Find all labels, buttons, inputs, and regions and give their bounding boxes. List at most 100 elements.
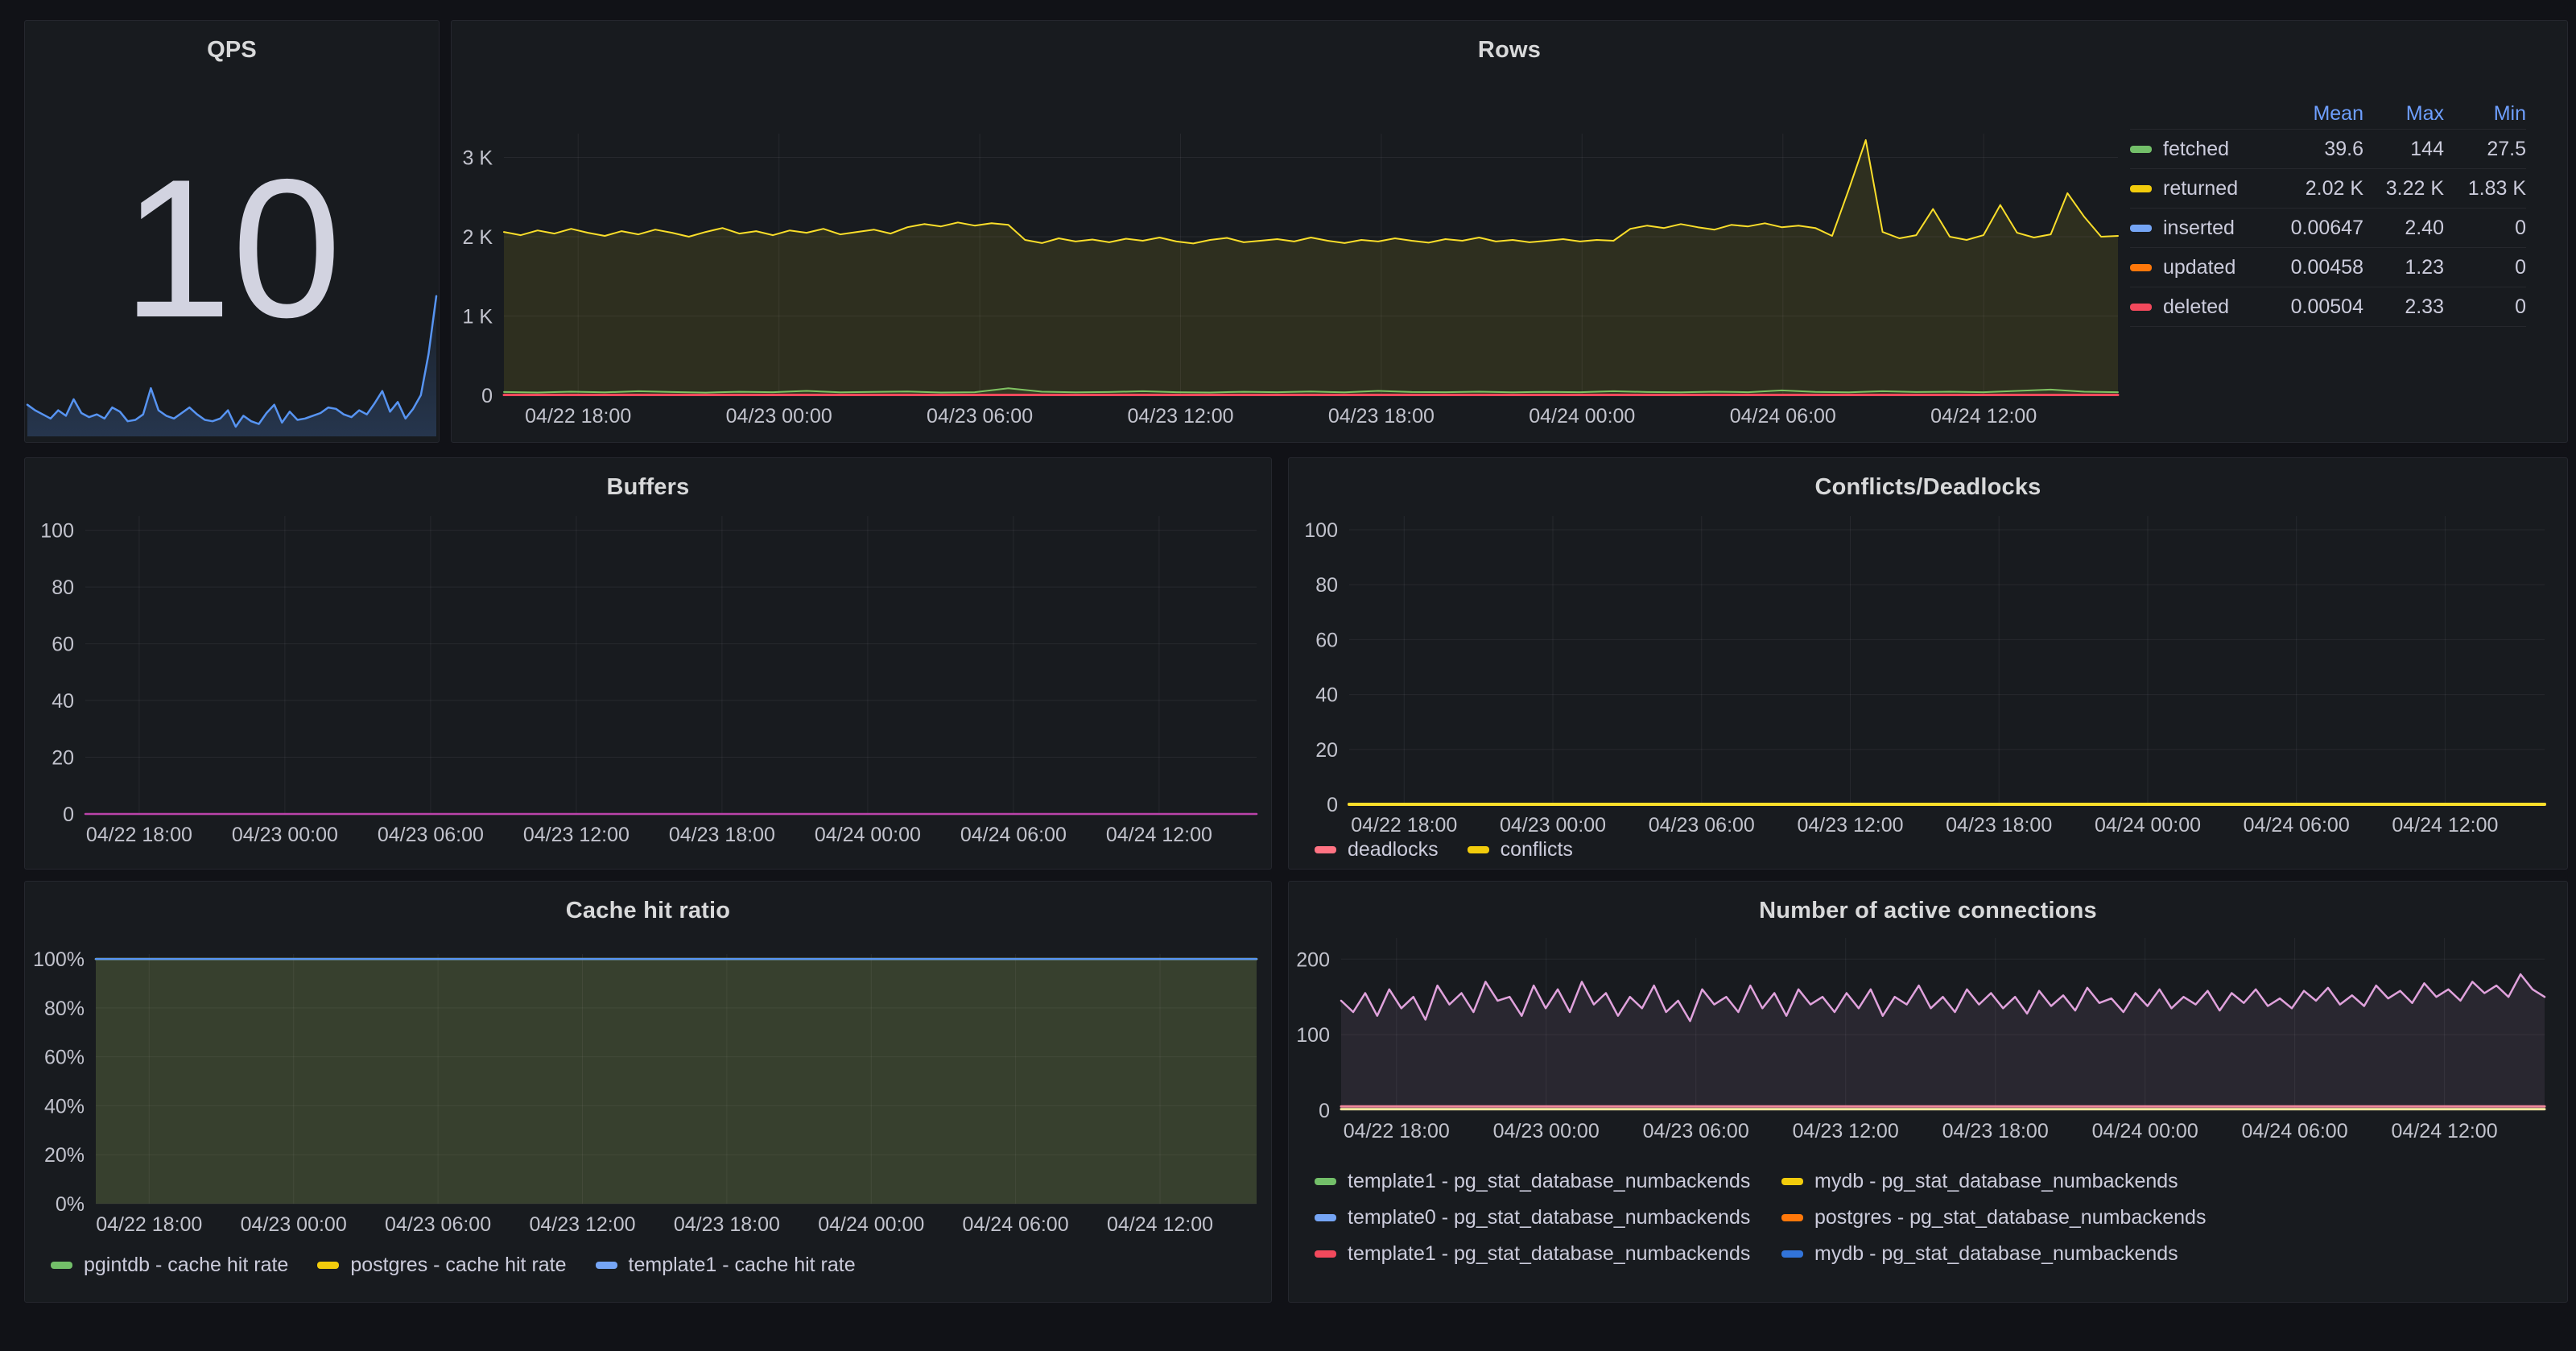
y-axis-label: 1 K: [462, 306, 493, 328]
legend-label: template1 - cache hit rate: [629, 1254, 856, 1277]
x-axis-label: 04/23 06:00: [927, 405, 1033, 428]
legend-swatch-icon: [2130, 225, 2152, 232]
x-axis-label: 04/24 06:00: [1730, 405, 1836, 428]
x-axis-label: 04/23 06:00: [385, 1213, 491, 1236]
x-axis-label: 04/23 00:00: [726, 405, 832, 428]
y-axis-label: 60: [52, 634, 74, 656]
legend-item[interactable]: conflicts: [1468, 838, 1573, 861]
series-area: [504, 140, 2118, 395]
rows-legend-table: MeanMaxMinfetched39.614427.5returned2.02…: [2130, 98, 2526, 327]
x-axis-label: 04/23 06:00: [378, 824, 484, 846]
y-axis-label: 20: [52, 747, 74, 770]
panel-connections: Number of active connections 04/22 18:00…: [1288, 881, 2568, 1303]
legend-item[interactable]: mydb - pg_stat_database_numbackends: [1781, 1170, 2538, 1193]
cache-chart[interactable]: 04/22 18:0004/23 00:0004/23 06:0004/23 1…: [25, 882, 1271, 1302]
x-axis-label: 04/23 18:00: [1328, 405, 1435, 428]
x-axis-label: 04/22 18:00: [1344, 1120, 1450, 1142]
legend-swatch-icon: [1315, 1250, 1336, 1258]
qps-sparkline[interactable]: [25, 21, 439, 442]
legend-item[interactable]: template1 - pg_stat_database_numbackends: [1315, 1170, 1781, 1193]
stat-value: 3.22 K: [2363, 177, 2444, 200]
x-axis-label: 04/24 12:00: [1930, 405, 2037, 428]
legend-label: mydb - pg_stat_database_numbackends: [1814, 1170, 2178, 1193]
x-axis-label: 04/23 00:00: [1493, 1120, 1600, 1142]
legend-label: template0 - pg_stat_database_numbackends: [1348, 1206, 1750, 1229]
x-axis-label: 04/23 18:00: [674, 1213, 780, 1236]
connections-legend: template1 - pg_stat_database_numbackends…: [1315, 1170, 2538, 1266]
x-axis-label: 04/23 12:00: [1797, 814, 1903, 837]
x-axis-label: 04/24 12:00: [2392, 1120, 2498, 1142]
legend-swatch-icon: [2130, 146, 2152, 153]
series-area: [27, 296, 436, 436]
buffers-chart[interactable]: 04/22 18:0004/23 00:0004/23 06:0004/23 1…: [25, 458, 1271, 869]
stat-row: deleted0.005042.330: [2130, 287, 2526, 327]
legend-item[interactable]: postgres - pg_stat_database_numbackends: [1781, 1206, 2538, 1229]
stat-col-header[interactable]: Mean: [2273, 102, 2363, 126]
legend-item[interactable]: mydb - pg_stat_database_numbackends: [1781, 1242, 2538, 1266]
stat-col-header[interactable]: Max: [2363, 102, 2444, 126]
legend-item[interactable]: pgintdb - cache hit rate: [51, 1254, 288, 1277]
y-axis-label: 60: [1315, 629, 1338, 651]
stat-series-cell[interactable]: updated: [2130, 256, 2273, 279]
x-axis-label: 04/24 00:00: [818, 1213, 924, 1236]
y-axis-label: 100%: [33, 948, 85, 971]
stat-series-cell[interactable]: deleted: [2130, 295, 2273, 319]
x-axis-label: 04/23 12:00: [1793, 1120, 1899, 1142]
panel-rows: Rows 04/22 18:0004/23 00:0004/23 06:0004…: [451, 20, 2568, 443]
legend-label: mydb - pg_stat_database_numbackends: [1814, 1242, 2178, 1266]
y-axis-label: 100: [1304, 519, 1338, 542]
x-axis-label: 04/24 00:00: [815, 824, 921, 846]
x-axis-label: 04/24 00:00: [2092, 1120, 2198, 1142]
legend-swatch-icon: [2130, 264, 2152, 271]
x-axis-label: 04/23 00:00: [232, 824, 338, 846]
conflicts-legend: deadlocks conflicts: [1315, 838, 1573, 861]
legend-swatch-icon: [1781, 1214, 1803, 1221]
y-axis-label: 40: [52, 690, 74, 713]
y-axis-label: 80%: [44, 998, 85, 1020]
legend-label: deadlocks: [1348, 838, 1439, 861]
y-axis-label: 20%: [44, 1144, 85, 1167]
stat-row: fetched39.614427.5: [2130, 130, 2526, 169]
stat-row: returned2.02 K3.22 K1.83 K: [2130, 169, 2526, 209]
x-axis-label: 04/23 12:00: [523, 824, 630, 846]
y-axis-label: 0%: [56, 1193, 85, 1216]
legend-swatch-icon: [317, 1262, 339, 1269]
x-axis-label: 04/24 06:00: [963, 1213, 1069, 1236]
conflicts-chart[interactable]: 04/22 18:0004/23 00:0004/23 06:0004/23 1…: [1289, 458, 2567, 869]
legend-item[interactable]: template1 - pg_stat_database_numbackends: [1315, 1242, 1781, 1266]
legend-item[interactable]: postgres - cache hit rate: [317, 1254, 566, 1277]
stat-series-cell[interactable]: fetched: [2130, 138, 2273, 161]
x-axis-label: 04/24 12:00: [1107, 1213, 1213, 1236]
stat-series-cell[interactable]: inserted: [2130, 217, 2273, 240]
legend-label: updated: [2163, 256, 2235, 279]
legend-label: template1 - pg_stat_database_numbackends: [1348, 1170, 1750, 1193]
stat-value: 1.83 K: [2444, 177, 2526, 200]
stat-value: 0.00458: [2273, 256, 2363, 279]
y-axis-label: 20: [1315, 739, 1338, 762]
y-axis-label: 2 K: [462, 226, 493, 249]
series-area: [96, 959, 1257, 1204]
x-axis-label: 04/23 18:00: [669, 824, 775, 846]
cache-legend: pgintdb - cache hit rate postgres - cache…: [51, 1254, 856, 1277]
legend-label: pgintdb - cache hit rate: [84, 1254, 288, 1277]
x-axis-label: 04/24 12:00: [1106, 824, 1212, 846]
stat-value: 2.02 K: [2273, 177, 2363, 200]
legend-item[interactable]: deadlocks: [1315, 838, 1439, 861]
legend-item[interactable]: template1 - cache hit rate: [596, 1254, 856, 1277]
stat-value: 0.00647: [2273, 217, 2363, 240]
legend-label: postgres - pg_stat_database_numbackends: [1814, 1206, 2206, 1229]
legend-item[interactable]: template0 - pg_stat_database_numbackends: [1315, 1206, 1781, 1229]
y-axis-label: 80: [1315, 574, 1338, 597]
x-axis-label: 04/22 18:00: [525, 405, 631, 428]
stat-value: 0.00504: [2273, 295, 2363, 319]
stat-col-header[interactable]: Min: [2444, 102, 2526, 126]
stat-series-cell[interactable]: returned: [2130, 177, 2273, 200]
x-axis-label: 04/23 00:00: [241, 1213, 347, 1236]
stat-value: 0: [2444, 295, 2526, 319]
y-axis-label: 60%: [44, 1047, 85, 1069]
y-axis-label: 0: [1319, 1100, 1330, 1122]
legend-swatch-icon: [1315, 1178, 1336, 1185]
x-axis-label: 04/24 00:00: [1529, 405, 1635, 428]
y-axis-label: 40%: [44, 1095, 85, 1118]
legend-label: inserted: [2163, 217, 2235, 240]
